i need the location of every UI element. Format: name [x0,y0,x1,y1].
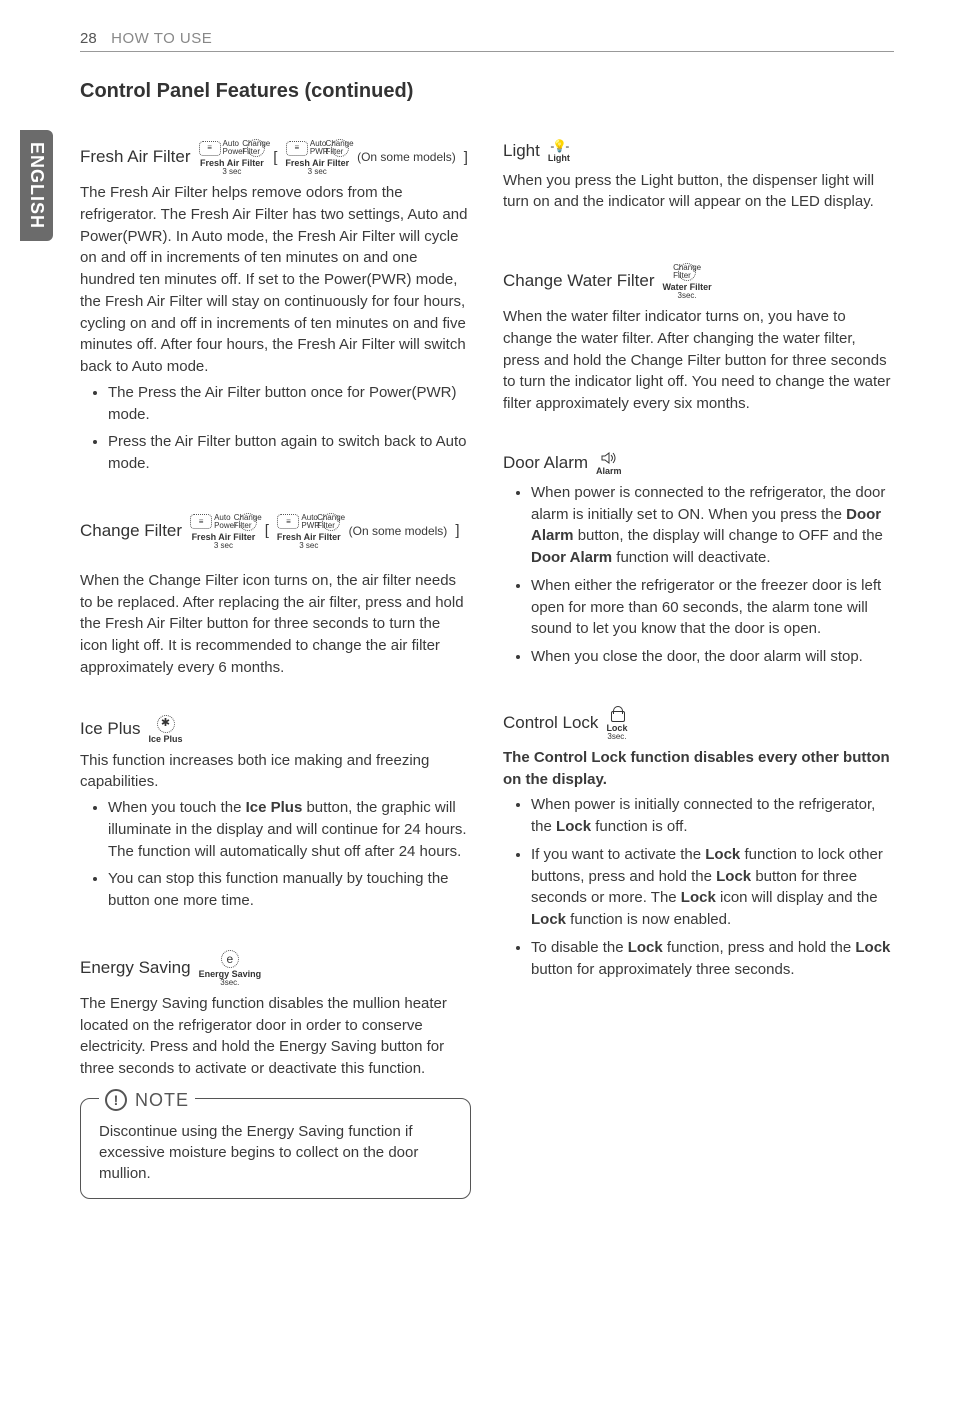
energy-saving-icon: e Energy Saving 3sec. [199,950,262,987]
note-box: ! NOTE Discontinue using the Energy Savi… [80,1098,471,1199]
control-lock-heading: Control Lock [503,711,598,736]
list-item: When you touch the Ice Plus button, the … [108,797,471,862]
ice-plus-body: This function increases both ice making … [80,750,471,794]
change-filter-body: When the Change Filter icon turns on, th… [80,570,471,679]
light-icon: -💡- Light [548,140,570,163]
lock-icon [610,706,624,722]
change-water-filter-icon: Change Filter Water Filter 3sec. [662,263,711,300]
right-column: Light -💡- Light When you press the Light… [503,133,894,1199]
left-column: Fresh Air Filter ≡ Auto Power Change Fil… [80,133,471,1199]
list-item: To disable the Lock function, press and … [531,937,894,981]
list-item: Press the Air Filter button again to swi… [108,431,471,475]
note-body: Discontinue using the Energy Saving func… [99,1121,452,1184]
page-section: HOW TO USE [111,30,212,47]
list-item: If you want to activate the Lock functio… [531,844,894,931]
language-tab: ENGLISH [20,130,53,241]
note-title: NOTE [135,1087,189,1113]
on-some-models-label: (On some models) [357,149,456,166]
energy-saving-heading: Energy Saving [80,956,191,981]
section-title: Control Panel Features (continued) [80,80,894,103]
page-header: 28 HOW TO USE [80,30,894,52]
change-filter-heading: Change Filter [80,519,182,544]
change-filter-icon: ≡ Auto Power Change Filter Fresh Air Fil… [190,513,257,550]
door-alarm-heading: Door Alarm [503,451,588,476]
speaker-icon [601,451,617,465]
list-item: You can stop this function manually by t… [108,868,471,912]
filter-icon: Change Filter [678,263,696,281]
ice-plus-icon: ✱ Ice Plus [148,715,182,744]
page-number: 28 [80,30,97,47]
control-lock-intro: The Control Lock function disables every… [503,747,894,791]
fresh-air-filter-heading: Fresh Air Filter [80,145,191,170]
change-water-filter-body: When the water filter indicator turns on… [503,306,894,415]
leaf-icon: e [221,950,239,968]
ice-plus-heading: Ice Plus [80,717,140,742]
on-some-models-label: (On some models) [349,523,448,540]
control-lock-icon: Lock 3sec. [606,706,627,741]
light-heading: Light [503,139,540,164]
fresh-air-filter-icon-alt: ≡ Auto PWR Change Filter Fresh Air Filte… [285,139,349,176]
change-filter-icon-alt: ≡ Auto PWR Change Filter Fresh Air Filte… [277,513,341,550]
list-item: When power is connected to the refrigera… [531,482,894,569]
list-item: When either the refrigerator or the free… [531,575,894,640]
light-body: When you press the Light button, the dis… [503,170,894,214]
door-alarm-icon: Alarm [596,451,622,476]
list-item: The Press the Air Filter button once for… [108,382,471,426]
bulb-icon: -💡- [550,140,567,152]
fresh-air-filter-body: The Fresh Air Filter helps remove odors … [80,182,471,378]
energy-saving-body: The Energy Saving function disables the … [80,993,471,1080]
list-item: When you close the door, the door alarm … [531,646,894,668]
change-water-filter-heading: Change Water Filter [503,269,654,294]
list-item: When power is initially connected to the… [531,794,894,838]
info-icon: ! [105,1089,127,1111]
fresh-air-filter-icon: ≡ Auto Power Change Filter Fresh Air Fil… [199,139,266,176]
snowflake-icon: ✱ [157,715,175,733]
